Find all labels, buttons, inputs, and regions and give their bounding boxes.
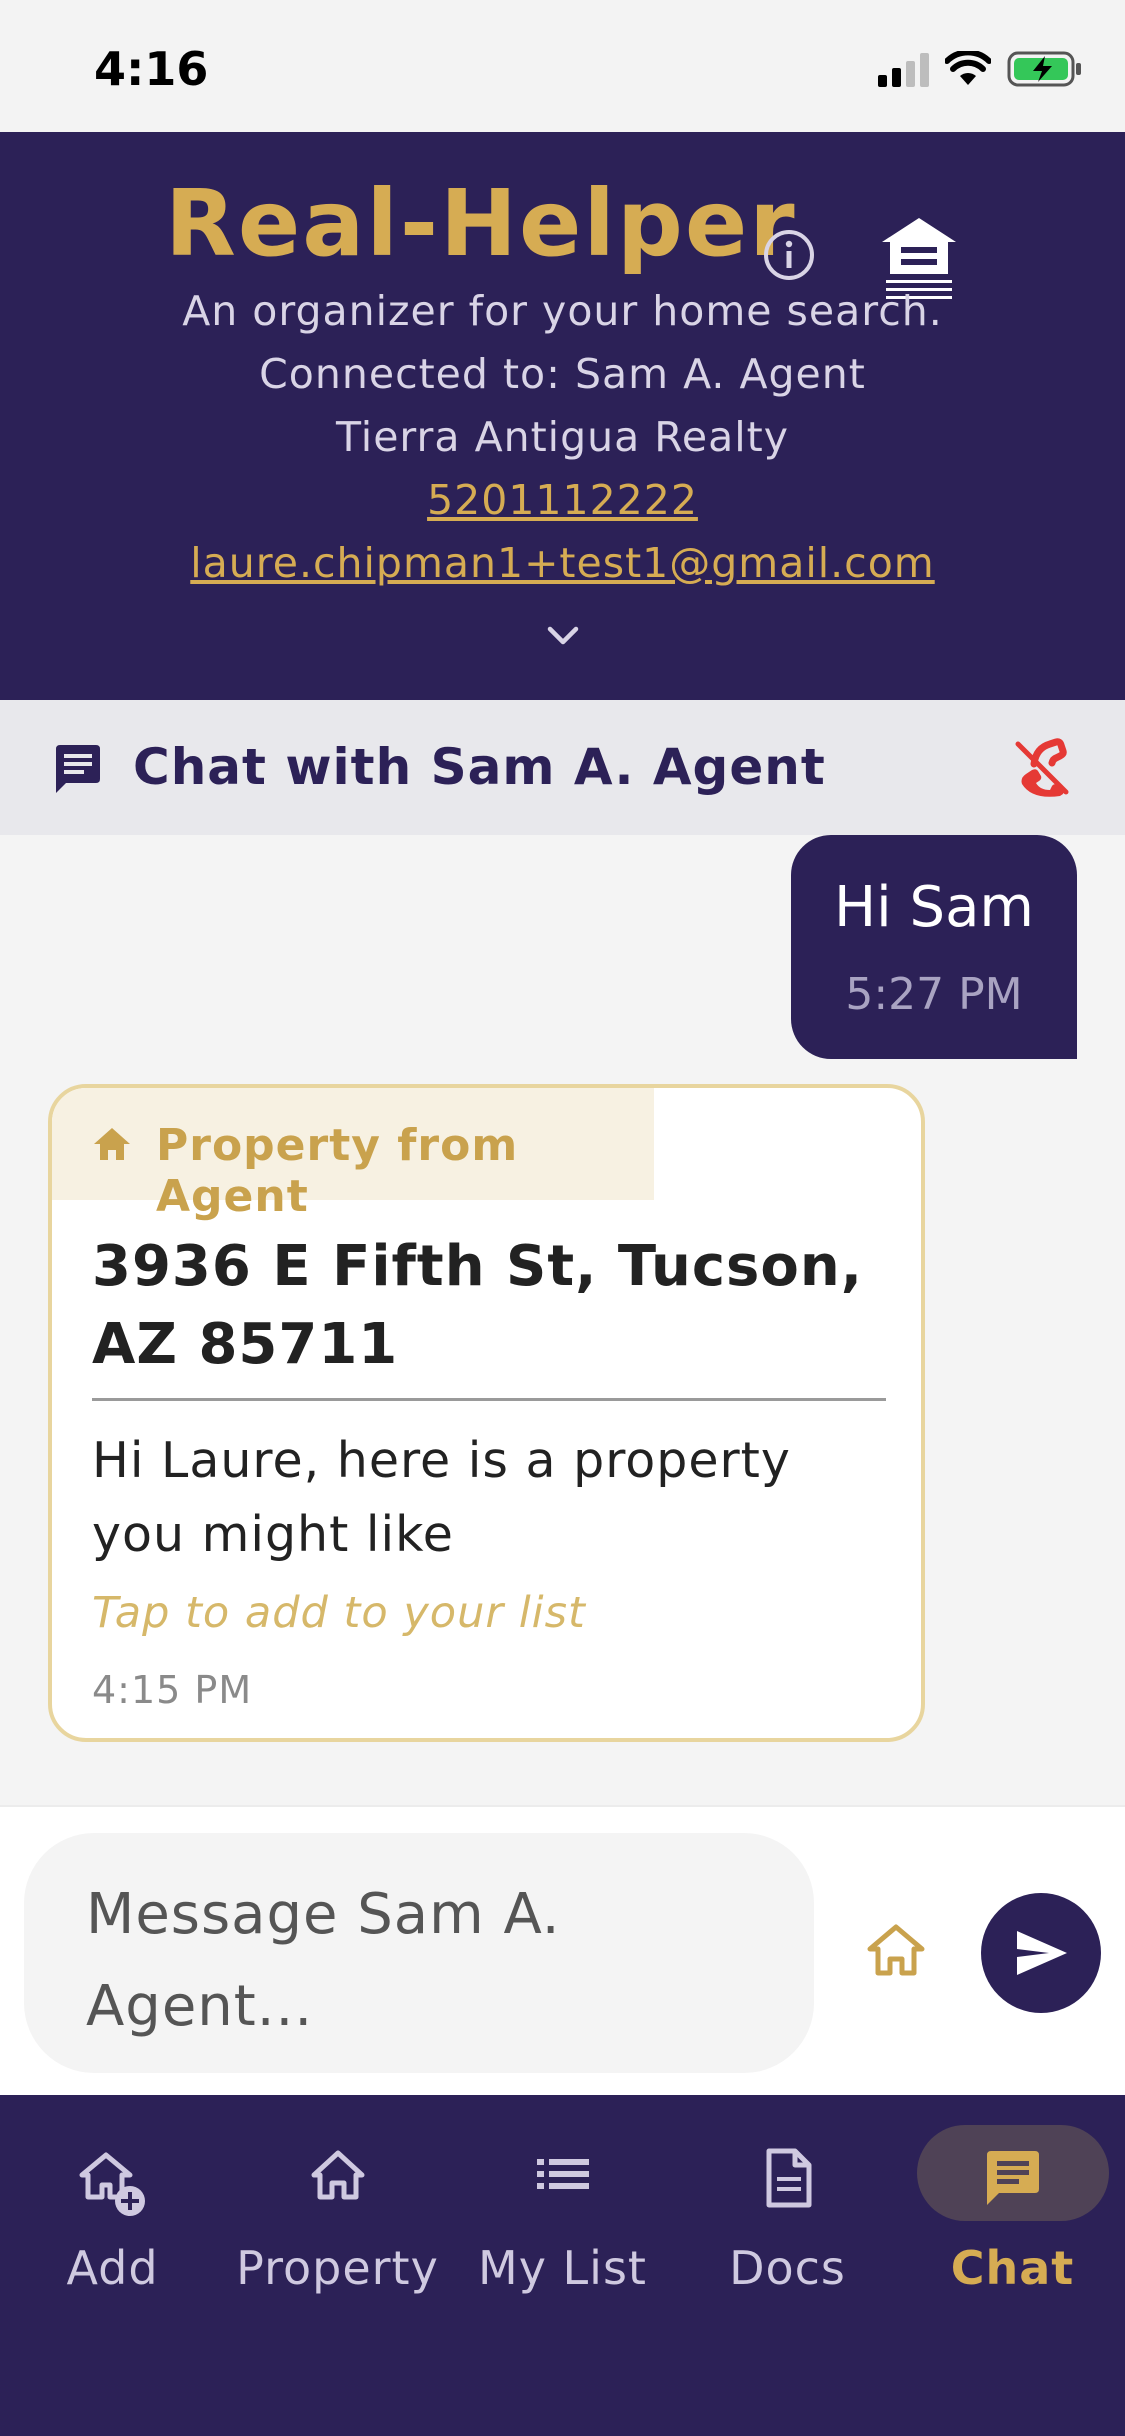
share-property-house-icon[interactable] xyxy=(866,1923,926,1977)
app-title: Real-Helper xyxy=(165,170,797,277)
property-message-card[interactable]: Property from Agent 3936 E Fifth St, Tuc… xyxy=(48,1084,925,1742)
nav-item-chat[interactable]: Chat xyxy=(900,2095,1125,2315)
message-composer: Message Sam A. Agent... xyxy=(0,1805,1125,2095)
title-row: Real-Helper xyxy=(0,170,1125,299)
phone-hangup-icon[interactable] xyxy=(1012,738,1072,798)
cellular-signal-icon xyxy=(878,51,929,87)
nav-item-docs[interactable]: Docs xyxy=(675,2095,900,2315)
agent-email-link[interactable]: laure.chipman1+test1@gmail.com xyxy=(190,539,934,587)
chat-icon xyxy=(56,745,100,793)
chevron-down-icon[interactable] xyxy=(546,624,580,648)
agent-company: Tierra Antigua Realty xyxy=(336,413,789,461)
nav-item-property[interactable]: Property xyxy=(225,2095,450,2315)
send-icon xyxy=(1017,1931,1067,1975)
house-icon xyxy=(94,1128,130,1160)
status-time: 4:16 xyxy=(94,42,209,96)
app-header: Real-Helper An organizer for your home s… xyxy=(0,132,1125,700)
status-icons xyxy=(878,50,1083,88)
agent-phone-link[interactable]: 5201112222 xyxy=(427,476,698,524)
house-plus-icon xyxy=(79,2152,145,2216)
list-icon xyxy=(536,2159,589,2189)
header-tagline: An organizer for your home search. xyxy=(182,287,943,335)
chat-title: Chat with Sam A. Agent xyxy=(133,738,826,796)
chat-icon xyxy=(986,2151,1039,2205)
property-tag-label: Property from Agent xyxy=(156,1120,519,1222)
nav-label: Add xyxy=(66,2241,159,2295)
bottom-navigation: Add Property My List Docs Chat xyxy=(0,2095,1125,2436)
message-time: 5:27 PM xyxy=(845,969,1023,1020)
divider xyxy=(92,1398,886,1401)
property-tag: Property from Agent xyxy=(52,1088,654,1222)
nav-label: My List xyxy=(478,2241,647,2295)
info-icon[interactable] xyxy=(762,228,816,282)
nav-label: Docs xyxy=(729,2241,846,2295)
battery-charging-icon xyxy=(1007,51,1081,87)
message-text: Hi Sam xyxy=(834,875,1034,940)
connected-agent: Connected to: Sam A. Agent xyxy=(259,350,866,398)
message-input[interactable]: Message Sam A. Agent... xyxy=(24,1833,814,2073)
house-icon xyxy=(311,2150,364,2200)
property-message-text: Hi Laure, here is a property you might l… xyxy=(92,1432,791,1563)
send-button[interactable] xyxy=(981,1893,1101,2013)
property-address: 3936 E Fifth St, Tucson, AZ 85711 xyxy=(92,1234,863,1377)
status-bar: 4:16 xyxy=(0,0,1125,132)
add-to-list-hint: Tap to add to your list xyxy=(92,1588,586,1638)
message-time: 4:15 PM xyxy=(92,1668,253,1712)
nav-label: Property xyxy=(236,2241,439,2295)
document-icon xyxy=(766,2148,811,2208)
nav-label: Chat xyxy=(950,2241,1075,2295)
chat-header: Chat with Sam A. Agent xyxy=(0,700,1125,835)
wifi-icon xyxy=(945,51,991,85)
nav-item-add[interactable]: Add xyxy=(0,2095,225,2315)
nav-item-my-list[interactable]: My List xyxy=(450,2095,675,2315)
outgoing-message-bubble[interactable]: Hi Sam 5:27 PM xyxy=(791,835,1077,1059)
